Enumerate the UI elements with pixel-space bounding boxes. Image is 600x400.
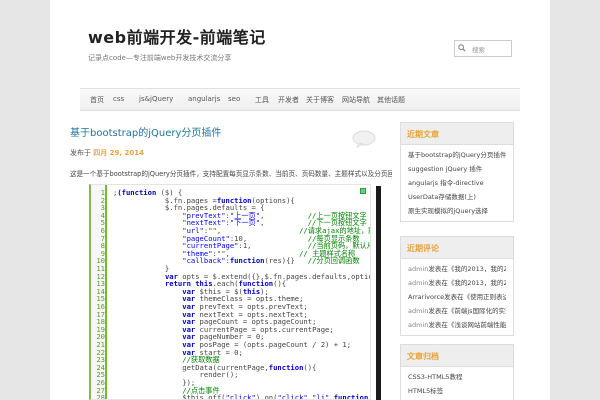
recent-post-link[interactable]: 基于bootstrap的jQuery分页插件: [408, 148, 506, 162]
archive-link[interactable]: HTML5标签: [408, 384, 506, 398]
recent-post-link[interactable]: angularjs 指令-directive: [408, 176, 506, 190]
widget-archives: 文章归档 CSS3-HTML5教程 HTML5标签: [400, 344, 514, 400]
line-number: 28: [96, 393, 105, 400]
recent-post-link[interactable]: UserData存储数据(上): [408, 190, 506, 204]
nav-item-angularjs[interactable]: angularjs: [188, 95, 220, 103]
recent-post-link[interactable]: 原生实现模拟的jQuery选择: [408, 204, 506, 218]
widget-title: 文章归档: [401, 345, 513, 367]
copy-code-icon[interactable]: [360, 188, 366, 194]
recent-comment[interactable]: admin发表在《我的2013，我的2014》: [408, 262, 506, 276]
recent-comment[interactable]: admin发表在《我的2013，我的2014》: [408, 276, 506, 290]
comment-text: 发表在《前端js国际化的实现与思考》: [428, 307, 506, 315]
recent-comment[interactable]: admin发表在《浅谈网站前端性能优化》: [408, 318, 506, 332]
comment-text: Arrarivorce发表在《使用正则表达式获取页面的参数》: [408, 293, 506, 301]
comment-text: 发表在《我的2013，我的2014》: [428, 265, 506, 273]
widget-title: 近期文章: [401, 123, 513, 145]
recent-post-link[interactable]: suggestion jQuery 插件: [408, 162, 506, 176]
post-excerpt: 这是一个基于bootstrap的jQuery分页插件，支持配置每页显示条数、当前…: [70, 170, 392, 178]
post-title-link[interactable]: 基于bootstrap的jQuery分页插件: [70, 124, 221, 139]
widget-recent-posts: 近期文章 基于bootstrap的jQuery分页插件 suggestion j…: [400, 122, 514, 222]
nav-item-tools[interactable]: 工具: [255, 95, 269, 105]
comment-bubble-icon[interactable]: [352, 130, 376, 148]
comment-author[interactable]: admin: [408, 307, 428, 315]
code-block: 1 ;(function ($) {2 $.fn.pages =function(…: [89, 184, 371, 400]
site-title[interactable]: web前端开发-前端笔记: [88, 24, 266, 48]
comment-text: 发表在《我的2013，我的2014》: [428, 279, 506, 287]
code-text: $this.off("click").on("click","li",funct…: [113, 393, 370, 400]
nav-item-developers[interactable]: 开发者: [278, 95, 299, 105]
recent-comment[interactable]: admin发表在《前端js国际化的实现与思考》: [408, 304, 506, 318]
page-container: web前端开发-前端笔记 记录点code—专注前端web开发技术交流分享 搜索 …: [50, 0, 550, 400]
nav-item-site-nav[interactable]: 网站导航: [342, 95, 370, 105]
comment-text: 发表在《浅谈网站前端性能优化》: [428, 321, 506, 329]
comment-author[interactable]: admin: [408, 321, 428, 329]
widget-title: 近期评论: [401, 237, 513, 259]
comment-author[interactable]: admin: [408, 265, 428, 273]
nav-item-seo[interactable]: seo: [228, 95, 240, 103]
recent-comment[interactable]: Arrarivorce发表在《使用正则表达式获取页面的参数》: [408, 290, 506, 304]
post-meta: 发布于 四月 29, 2014: [70, 148, 144, 158]
archive-link[interactable]: CSS3-HTML5教程: [408, 370, 506, 384]
site-description: 记录点code—专注前端web开发技术交流分享: [88, 54, 232, 62]
search-input[interactable]: 搜索: [454, 40, 512, 57]
search-placeholder: 搜索: [472, 46, 485, 54]
widget-recent-comments: 近期评论 admin发表在《我的2013，我的2014》 admin发表在《我的…: [400, 236, 514, 336]
nav-item-about-blog[interactable]: 关于博客: [306, 95, 334, 105]
main-nav: 首页 css js&jQuery angularjs seo 工具 开发者 关于…: [80, 88, 520, 111]
nav-item-css[interactable]: css: [113, 95, 124, 103]
nav-item-home[interactable]: 首页: [90, 95, 104, 105]
nav-item-other-topics[interactable]: 其他话题: [377, 95, 405, 105]
comment-author[interactable]: admin: [408, 279, 428, 287]
post-meta-prefix: 发布于: [70, 149, 91, 157]
post-date-link[interactable]: 四月 29, 2014: [93, 149, 144, 157]
search-icon: [458, 44, 466, 52]
code-scrollbar[interactable]: [376, 186, 381, 400]
nav-item-js-jquery[interactable]: js&jQuery: [139, 95, 173, 103]
